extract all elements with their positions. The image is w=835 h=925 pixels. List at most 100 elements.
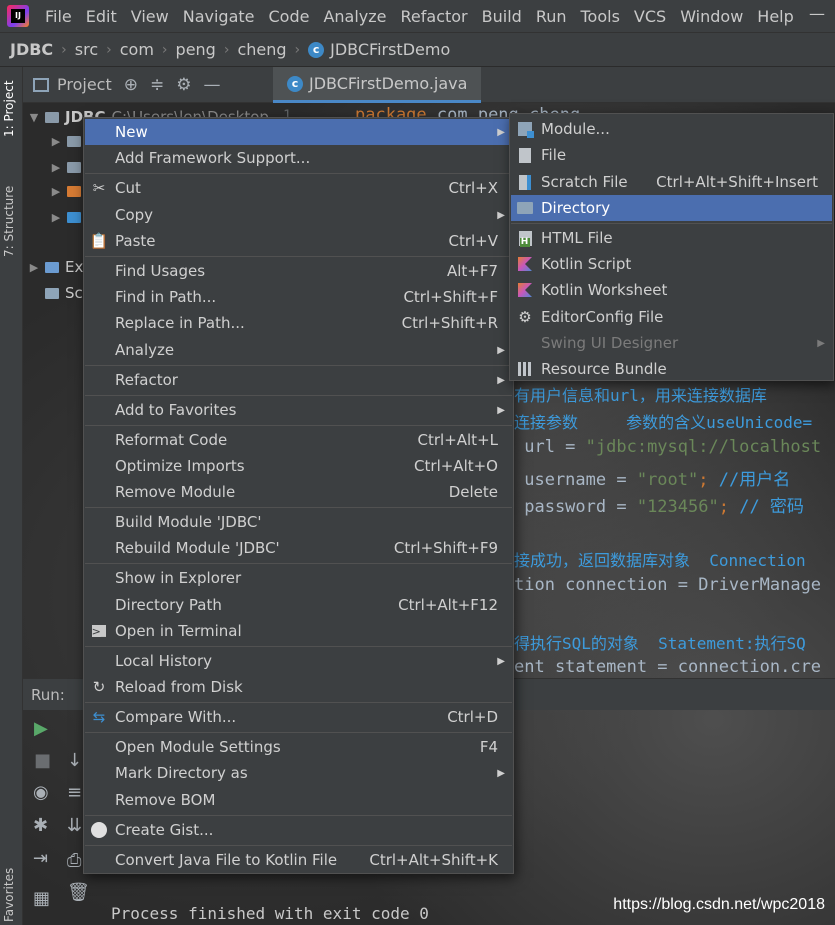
tree-row-external-libraries[interactable]: ▶ Ex [23, 254, 84, 280]
scroll-to-end-icon[interactable]: ⇊ [67, 815, 82, 836]
collapse-all-icon[interactable]: ≑ [150, 75, 164, 95]
menu-navigate[interactable]: Navigate [176, 7, 262, 26]
submenu-item-swing-ui-designer[interactable]: Swing UI Designer ▶ [511, 330, 832, 356]
gear-icon[interactable]: ⚙ [176, 75, 191, 95]
menu-item-open-in-terminal[interactable]: >_ Open in Terminal [85, 618, 512, 644]
menu-item-rebuild-module[interactable]: Rebuild Module 'JDBC' Ctrl+Shift+F9 [85, 535, 512, 561]
window-minimize-button[interactable]: — [809, 4, 825, 23]
menu-item-local-history[interactable]: Local History ▶ [85, 648, 512, 674]
print-icon[interactable]: ⎙ [67, 850, 81, 871]
menu-separator [85, 732, 512, 733]
breadcrumb-item[interactable]: com [120, 40, 154, 59]
submenu-item-kotlin-worksheet[interactable]: Kotlin Worksheet [511, 277, 832, 303]
menu-edit[interactable]: Edit [79, 7, 124, 26]
project-tool-tab[interactable]: 1: Project [2, 80, 16, 137]
menu-refactor[interactable]: Refactor [394, 7, 475, 26]
project-panel-title[interactable]: Project [57, 75, 112, 94]
menu-item-add-framework-support[interactable]: Add Framework Support... [85, 145, 512, 171]
menu-item-label: Show in Explorer [115, 569, 242, 587]
menu-build[interactable]: Build [475, 7, 529, 26]
submenu-item-resource-bundle[interactable]: Resource Bundle [511, 356, 832, 382]
menu-run[interactable]: Run [529, 7, 574, 26]
code-line-statement[interactable]: ent statement = connection.cre [514, 657, 821, 677]
submenu-item-kotlin-script[interactable]: Kotlin Script [511, 251, 832, 277]
chevron-right-icon: › [223, 41, 230, 58]
tree-row-scratches[interactable]: Sc [45, 280, 83, 306]
expand-arrow-icon[interactable]: ▶ [45, 211, 67, 224]
expand-arrow-icon[interactable]: ▶ [45, 185, 67, 198]
tree-row[interactable]: ▶ [45, 128, 87, 154]
submenu-item-directory[interactable]: Directory [511, 195, 832, 221]
menu-item-add-to-favorites[interactable]: Add to Favorites ▶ [85, 397, 512, 423]
menu-item-remove-module[interactable]: Remove Module Delete [85, 479, 512, 505]
tree-row[interactable]: ▶ [45, 154, 87, 180]
structure-tool-tab[interactable]: 7: Structure [2, 186, 16, 257]
menu-item-optimize-imports[interactable]: Optimize Imports Ctrl+Alt+O [85, 453, 512, 479]
code-line-connection[interactable]: tion connection = DriverManage [514, 575, 821, 595]
menu-item-find-usages[interactable]: Find Usages Alt+F7 [85, 258, 512, 284]
menu-item-replace-in-path[interactable]: Replace in Path... Ctrl+Shift+R [85, 310, 512, 336]
menu-item-copy[interactable]: Copy ▶ [85, 202, 512, 228]
breadcrumb-item[interactable]: JDBC [10, 40, 53, 59]
editor-tab[interactable]: c JDBCFirstDemo.java [273, 67, 482, 103]
debug-bug-icon[interactable]: ✱ [33, 815, 48, 836]
menu-item-cut[interactable]: ✂ Cut Ctrl+X [85, 175, 512, 201]
run-play-icon[interactable]: ▶ [34, 718, 48, 739]
menu-item-directory-path[interactable]: Directory Path Ctrl+Alt+F12 [85, 592, 512, 618]
submenu-item-file[interactable]: File [511, 142, 832, 168]
hide-panel-icon[interactable]: — [204, 75, 221, 95]
menu-item-reload-from-disk[interactable]: ↻ Reload from Disk [85, 674, 512, 700]
code-line-url[interactable]: url = "jdbc:mysql://localhost [514, 437, 821, 457]
tree-row[interactable]: ▶ [45, 204, 87, 230]
menu-item-label: Reformat Code [115, 431, 228, 449]
scroll-down-icon[interactable]: ↓ [67, 750, 82, 771]
code-line-password[interactable]: password = "123456"; // 密码 [514, 492, 804, 517]
menu-item-refactor[interactable]: Refactor ▶ [85, 367, 512, 393]
menu-item-mark-directory-as[interactable]: Mark Directory as ▶ [85, 760, 512, 786]
code-line-username[interactable]: username = "root"; //用户名 [514, 465, 790, 490]
submenu-item-scratch-file[interactable]: Scratch File Ctrl+Alt+Shift+Insert [511, 169, 832, 195]
breadcrumb-item[interactable]: cheng [237, 40, 286, 59]
menu-vcs[interactable]: VCS [627, 7, 673, 26]
menu-item-open-module-settings[interactable]: Open Module Settings F4 [85, 734, 512, 760]
menu-code[interactable]: Code [262, 7, 317, 26]
menu-window[interactable]: Window [673, 7, 750, 26]
menu-item-analyze[interactable]: Analyze ▶ [85, 337, 512, 363]
menu-item-compare-with[interactable]: ⇆ Compare With... Ctrl+D [85, 704, 512, 730]
trash-icon[interactable]: 🗑 [67, 882, 90, 903]
menu-item-convert-to-kotlin[interactable]: Convert Java File to Kotlin File Ctrl+Al… [85, 847, 512, 873]
menu-item-label: Kotlin Worksheet [541, 281, 668, 299]
submenu-item-editorconfig-file[interactable]: ⚙ EditorConfig File [511, 304, 832, 330]
menu-item-show-in-explorer[interactable]: Show in Explorer [85, 565, 512, 591]
expand-arrow-icon[interactable]: ▶ [23, 261, 45, 274]
menu-item-reformat-code[interactable]: Reformat Code Ctrl+Alt+L [85, 427, 512, 453]
tree-row[interactable]: ▶ [45, 178, 87, 204]
expand-arrow-icon[interactable]: ▶ [45, 161, 67, 174]
menu-item-paste[interactable]: 📋 Paste Ctrl+V [85, 228, 512, 254]
expand-arrow-icon[interactable]: ▼ [23, 111, 45, 124]
submenu-item-html-file[interactable]: HTML File [511, 225, 832, 251]
menu-file[interactable]: File [38, 7, 79, 26]
menu-view[interactable]: View [124, 7, 176, 26]
favorites-tool-tab[interactable]: Favorites [2, 868, 16, 922]
submenu-item-module[interactable]: Module... [511, 116, 832, 142]
locate-icon[interactable]: ⊕ [124, 75, 138, 95]
menu-tools[interactable]: Tools [574, 7, 627, 26]
menu-item-label: Open Module Settings [115, 738, 281, 756]
menu-analyze[interactable]: Analyze [316, 7, 393, 26]
layout-icon[interactable]: ▦ [33, 888, 50, 909]
menu-help[interactable]: Help [750, 7, 800, 26]
menu-item-find-in-path[interactable]: Find in Path... Ctrl+Shift+F [85, 284, 512, 310]
expand-arrow-icon[interactable]: ▶ [45, 135, 67, 148]
breadcrumb-item[interactable]: peng [176, 40, 216, 59]
soft-wrap-icon[interactable]: ≡ [67, 782, 82, 803]
breadcrumb-item[interactable]: JDBCFirstDemo [330, 40, 450, 59]
menu-item-new[interactable]: New ▶ [85, 119, 512, 145]
stop-icon[interactable]: ■ [34, 750, 51, 771]
camera-icon[interactable]: ◉ [33, 782, 49, 803]
menu-item-create-gist[interactable]: Create Gist... [85, 817, 512, 843]
menu-item-build-module[interactable]: Build Module 'JDBC' [85, 509, 512, 535]
breadcrumb-item[interactable]: src [75, 40, 98, 59]
exit-icon[interactable]: ⇥ [33, 848, 48, 869]
menu-item-remove-bom[interactable]: Remove BOM [85, 787, 512, 813]
